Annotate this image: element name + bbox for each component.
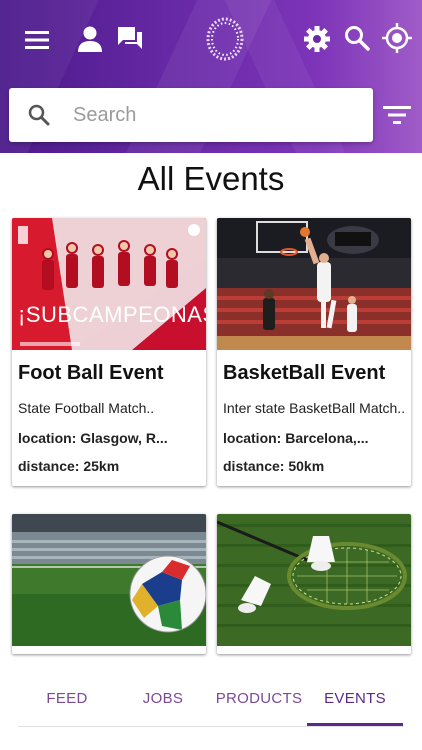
event-subtitle: State Football Match.. [18, 400, 155, 416]
event-title: Foot Ball Event [18, 362, 164, 384]
tab-events[interactable]: EVENTS [307, 690, 403, 707]
event-image-soccer [12, 514, 206, 646]
location-label: location: [223, 430, 282, 446]
app-header [0, 0, 422, 153]
event-image-basketball [217, 218, 411, 350]
location-label: location: [18, 430, 77, 446]
distance-value: 50km [288, 458, 325, 474]
filter-icon[interactable] [380, 98, 414, 132]
search-bar [9, 88, 373, 142]
tab-divider [18, 726, 404, 727]
tab-feed[interactable]: FEED [19, 690, 115, 707]
event-subtitle: Inter state BasketBall Match.. [223, 400, 406, 416]
bottom-tab-bar: FEED JOBS PRODUCTS EVENTS [0, 660, 422, 750]
tab-jobs[interactable]: JOBS [115, 690, 211, 707]
event-image-caption: ¡SUBCAMPEONAS! [18, 302, 206, 327]
search-icon[interactable] [342, 22, 372, 54]
event-location: location: Barcelona,... [223, 430, 369, 446]
event-card-football[interactable]: ¡SUBCAMPEONAS! Foot Ball Event State Foo… [12, 218, 206, 486]
location-value: Glasgow, R... [80, 430, 168, 446]
event-image-badminton [217, 514, 411, 646]
event-card-soccer[interactable] [12, 514, 206, 654]
person-icon[interactable] [74, 22, 106, 56]
event-card-badminton[interactable] [217, 514, 411, 654]
tab-products[interactable]: PRODUCTS [211, 690, 307, 707]
distance-label: distance: [223, 458, 285, 474]
menu-icon[interactable] [22, 24, 54, 56]
event-title: BasketBall Event [223, 362, 386, 384]
event-distance: distance: 25km [18, 458, 119, 474]
distance-label: distance: [18, 458, 80, 474]
gear-icon[interactable] [302, 22, 332, 56]
event-image-football: ¡SUBCAMPEONAS! [12, 218, 206, 350]
active-tab-indicator [307, 723, 403, 726]
event-distance: distance: 50km [223, 458, 324, 474]
distance-value: 25km [83, 458, 120, 474]
page-title: All Events [137, 160, 285, 197]
logo [203, 14, 247, 64]
search-input[interactable] [73, 98, 363, 132]
chat-icon[interactable] [114, 22, 146, 54]
event-card-basketball[interactable]: BasketBall Event Inter state BasketBall … [217, 218, 411, 486]
locate-icon[interactable] [380, 20, 414, 56]
location-value: Barcelona,... [285, 430, 369, 446]
event-location: location: Glasgow, R... [18, 430, 168, 446]
search-field-icon [27, 103, 51, 127]
